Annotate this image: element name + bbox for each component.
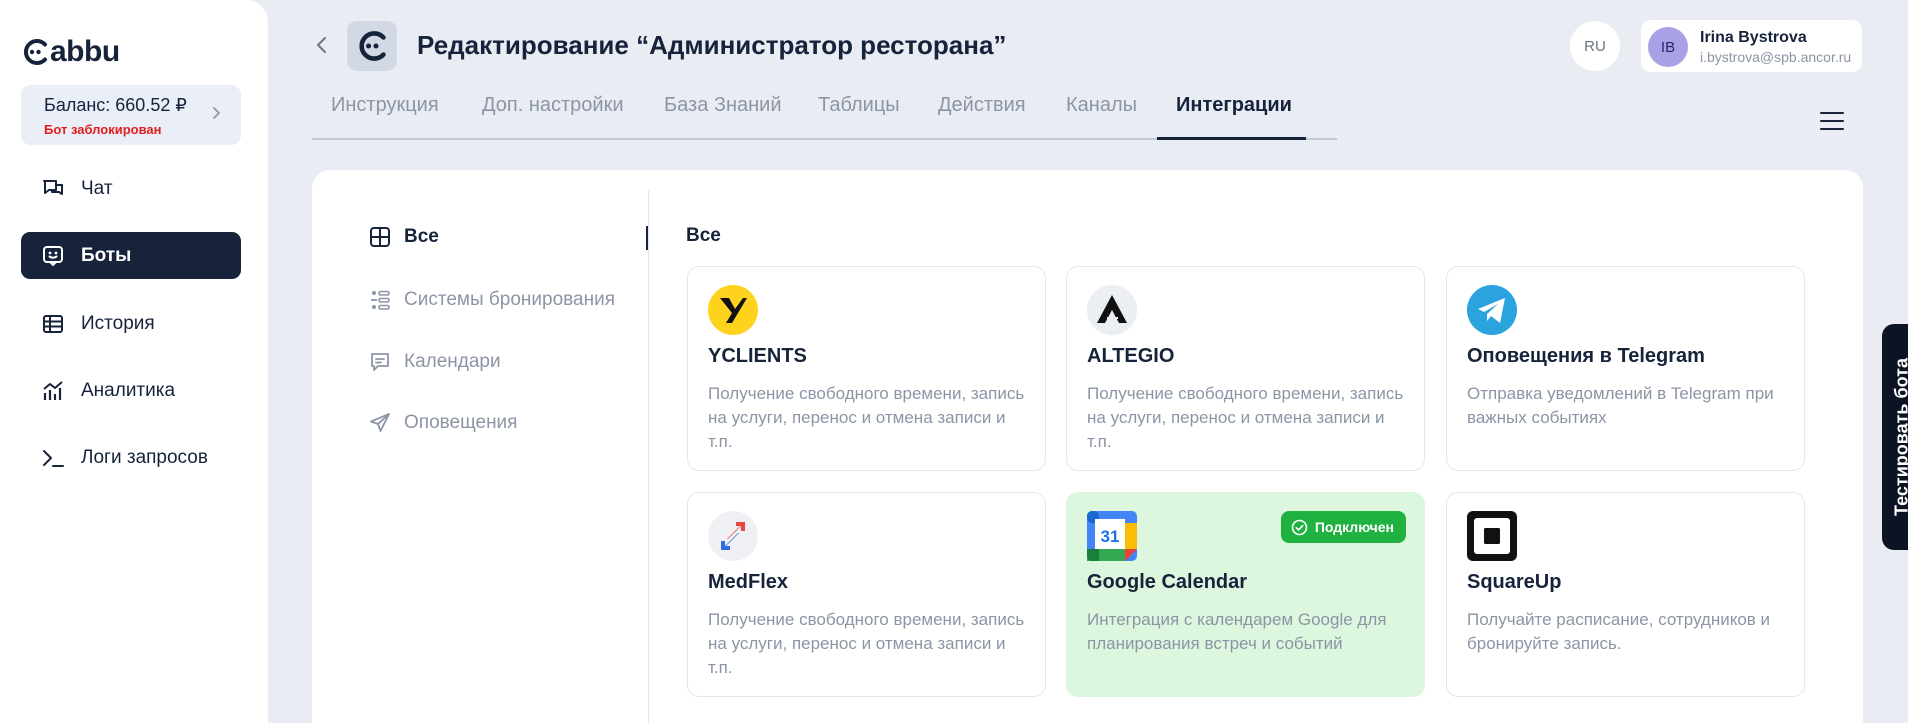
active-category-indicator (646, 226, 648, 250)
tab-actions[interactable]: Действия (938, 94, 1026, 117)
user-email: i.bystrova@spb.ancor.ru (1700, 49, 1852, 65)
sidebar-item-label: История (81, 312, 155, 334)
category-all[interactable]: Все (368, 225, 439, 249)
integration-card-google-calendar[interactable]: 31 Подключен Google Calendar Интеграция … (1066, 492, 1425, 697)
test-bot-label: Тестировать бота (1891, 358, 1908, 516)
integration-card-yclients[interactable]: YCLIENTS Получение свободного времени, з… (687, 266, 1046, 471)
integration-title: ALTEGIO (1087, 345, 1175, 367)
bot-avatar (347, 21, 397, 71)
sidebar-item-label: Логи запросов (81, 446, 208, 468)
language-button[interactable]: RU (1570, 21, 1620, 71)
status-badge: Подключен (1280, 511, 1406, 543)
sidebar: abbu Баланс: 660.52 ₽ Бот заблокирован Ч… (0, 0, 268, 723)
integration-description: Получайте расписание, сотрудников и брон… (1467, 610, 1771, 653)
integration-description: Интеграция с календарем Google для плани… (1087, 610, 1387, 653)
user-name: Irina Bystrova (1700, 29, 1807, 46)
bot-logo-icon (359, 31, 386, 61)
integration-description: Получение свободного времени, запись на … (1087, 384, 1404, 451)
avatar: IB (1648, 27, 1688, 67)
check-circle-icon (1291, 519, 1308, 535)
chevron-right-icon (213, 107, 220, 119)
integration-title: SquareUp (1467, 571, 1562, 593)
section-title: Все (686, 225, 721, 246)
chat-icon (40, 176, 66, 202)
integration-title: YCLIENTS (708, 345, 807, 367)
tab-tables[interactable]: Таблицы (818, 94, 900, 117)
grid-icon (368, 225, 392, 249)
google-calendar-logo-icon: 31 (1087, 511, 1137, 561)
status-badge-label: Подключен (1314, 519, 1394, 535)
integration-title: Оповещения в Telegram (1467, 345, 1705, 367)
sidebar-item-analytics[interactable]: Аналитика (21, 367, 241, 414)
integration-card-altegio[interactable]: ALTEGIO Получение свободного времени, за… (1066, 266, 1425, 471)
bot-status: Бот заблокирован (44, 122, 162, 137)
balance-card[interactable]: Баланс: 660.52 ₽ Бот заблокирован (21, 85, 241, 145)
send-icon (368, 411, 392, 435)
tab-channels[interactable]: Каналы (1066, 94, 1137, 117)
back-chevron-icon[interactable] (312, 33, 332, 57)
tab-integrations[interactable]: Интеграции (1176, 94, 1292, 117)
category-label: Оповещения (404, 412, 518, 433)
integration-card-telegram[interactable]: Оповещения в Telegram Отправка уведомлен… (1446, 266, 1805, 471)
integration-description: Отправка уведомлений в Telegram при важн… (1467, 384, 1774, 427)
test-bot-button[interactable]: Тестировать бота (1882, 324, 1908, 550)
yclients-logo-icon (708, 285, 758, 335)
calendar-icon (368, 350, 392, 374)
integration-card-medflex[interactable]: MedFlex Получение свободного времени, за… (687, 492, 1046, 697)
integration-title: MedFlex (708, 571, 789, 593)
integration-card-squareup[interactable]: SquareUp Получайте расписание, сотрудник… (1446, 492, 1805, 697)
category-label: Системы бронирования (404, 289, 615, 310)
telegram-logo-icon (1467, 285, 1517, 335)
logo-mark-icon (21, 38, 49, 66)
squareup-logo-icon (1467, 511, 1517, 561)
integration-description: Получение свободного времени, запись на … (708, 610, 1025, 677)
terminal-icon (40, 445, 66, 471)
sidebar-item-label: Чат (81, 177, 113, 199)
tab-instruction[interactable]: Инструкция (331, 94, 439, 117)
analytics-icon (40, 378, 66, 404)
tab-knowledge-base[interactable]: База Знаний (664, 94, 782, 117)
user-profile[interactable]: IB Irina Bystrova i.bystrova@spb.ancor.r… (1641, 20, 1862, 72)
brand-logo[interactable]: abbu (21, 35, 120, 68)
sidebar-item-label: Аналитика (81, 379, 176, 401)
category-booking-systems[interactable]: Системы бронирования (368, 288, 615, 312)
active-tab-indicator (1157, 137, 1306, 140)
integration-title: Google Calendar (1087, 571, 1248, 593)
category-label: Все (404, 226, 439, 247)
category-calendars[interactable]: Календари (368, 350, 501, 374)
page-title: Редактирование “Администратор ресторана” (417, 30, 1007, 60)
sidebar-item-bots[interactable]: Боты (21, 232, 241, 279)
medflex-logo-icon (708, 511, 758, 561)
sidebar-item-label: Боты (81, 244, 132, 266)
integration-description: Получение свободного времени, запись на … (708, 384, 1025, 451)
category-divider (648, 190, 649, 723)
tab-extra-settings[interactable]: Доп. настройки (482, 94, 624, 117)
bot-icon (40, 243, 66, 269)
sidebar-item-history[interactable]: История (21, 300, 241, 347)
logo-text: abbu (50, 35, 120, 68)
calendar-day: 31 (1101, 527, 1120, 546)
sidebar-item-request-logs[interactable]: Логи запросов (21, 434, 241, 481)
hamburger-menu-icon[interactable] (1820, 110, 1844, 132)
category-label: Календари (404, 351, 501, 372)
category-notifications[interactable]: Оповещения (368, 411, 517, 435)
history-icon (40, 311, 66, 337)
altegio-logo-icon (1087, 285, 1137, 335)
booking-icon (368, 288, 392, 312)
tab-bar: Инструкция Доп. настройки База Знаний Та… (312, 88, 1337, 140)
sidebar-item-chat[interactable]: Чат (21, 165, 241, 212)
